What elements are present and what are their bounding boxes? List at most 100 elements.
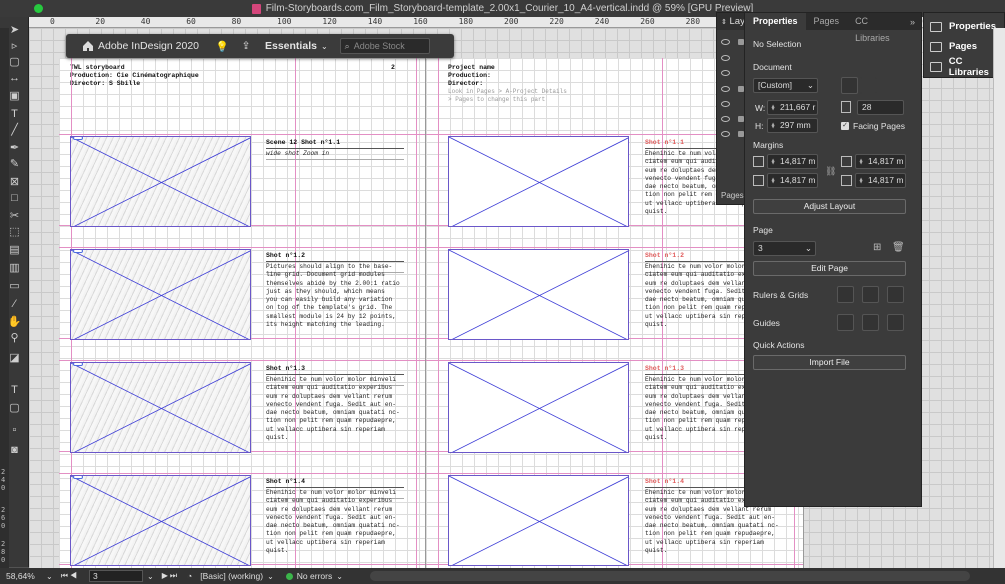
margin-bottom-field[interactable]: 14,817 m [767, 173, 818, 188]
screen-mode-icon[interactable]: ▫ [7, 423, 22, 437]
zoom-tool-icon[interactable]: ⚲ [7, 331, 22, 345]
page-select[interactable]: 3 ⌄ [753, 241, 816, 256]
formatting-affects-icon[interactable]: T [7, 383, 22, 397]
eye-icon[interactable] [721, 131, 730, 137]
shot-title[interactable]: Scene 12 Shot n°1.1 [266, 139, 340, 146]
baseline-grid-icon[interactable] [862, 286, 879, 303]
selection-tool-icon[interactable]: ➤ [7, 23, 22, 37]
document-grid-icon[interactable] [887, 286, 904, 303]
free-transform-tool-icon[interactable]: ⬚ [7, 225, 22, 239]
gradient-feather-tool-icon[interactable]: ▥ [7, 261, 22, 275]
fill-stroke-swatch-icon[interactable]: ◪ [7, 351, 22, 365]
first-prev-page-icon[interactable]: ⏮◀ [61, 571, 79, 581]
zoom-level[interactable]: 58,64% [6, 571, 46, 581]
eyedropper-tool-icon[interactable]: ⁄ [7, 297, 22, 311]
shot-title[interactable]: Shot n°1.4 [645, 478, 684, 485]
margin-inside-field[interactable]: 14,817 m [855, 154, 906, 169]
gap-tool-icon[interactable]: ↔ [7, 71, 22, 85]
content-collector-icon[interactable]: ▣ [7, 89, 22, 103]
snap-guides-icon[interactable] [887, 314, 904, 331]
empty-image-frame[interactable] [448, 249, 629, 340]
shot-description[interactable]: Ehenihic te num volor molor minveli ciat… [266, 489, 400, 555]
link-badge-icon[interactable] [73, 137, 83, 140]
apply-color-icon[interactable]: ▢ [7, 401, 22, 415]
vertical-scrollbar[interactable] [993, 28, 1005, 568]
trash-icon[interactable]: 🗑 [892, 242, 905, 253]
document-preset-select[interactable]: [Custom] ⌄ [753, 78, 818, 93]
empty-image-frame[interactable] [448, 475, 629, 566]
shot-title[interactable]: Shot n°1.2 [645, 252, 684, 259]
rectangle-frame-tool-icon[interactable]: ⊠ [7, 175, 22, 189]
empty-image-frame[interactable] [448, 136, 629, 227]
storyboard-image-frame[interactable] [70, 249, 251, 340]
shot-title[interactable]: Shot n°1.2 [266, 252, 305, 259]
line-tool-icon[interactable]: ╱ [7, 123, 22, 137]
link-badge-icon[interactable] [73, 476, 83, 479]
chevron-down-icon[interactable]: ⌄ [267, 572, 274, 581]
adobe-stock-search[interactable]: ⌕ Adobe Stock [339, 38, 430, 54]
chevron-down-icon[interactable]: ⌄ [46, 572, 53, 581]
shot-description[interactable]: Pictures should align to the base- line … [266, 263, 400, 329]
height-field[interactable]: 297 mm [767, 118, 818, 133]
chevron-down-icon[interactable]: ⌄ [336, 572, 343, 581]
eye-icon[interactable] [721, 55, 730, 61]
hand-tool-icon[interactable]: ✋ [7, 315, 22, 329]
vertical-ruler[interactable]: 240 260 280 [0, 28, 9, 568]
shot-title[interactable]: Shot n°1.1 [645, 139, 684, 146]
direct-selection-tool-icon[interactable]: ▹ [7, 39, 22, 53]
width-field[interactable]: 211,667 r [767, 100, 818, 115]
shot-description[interactable]: Ehenihic te num volor molor minveli ciat… [266, 376, 400, 442]
storyboard-image-frame[interactable] [70, 136, 251, 227]
new-page-icon[interactable]: ⊞ [873, 242, 881, 253]
dock-properties[interactable]: Properties [930, 19, 996, 34]
storyboard-image-frame[interactable] [70, 475, 251, 566]
next-last-page-icon[interactable]: ▶⏭ [162, 571, 179, 581]
margin-outside-field[interactable]: 14,817 m [855, 173, 906, 188]
tab-cc-libraries[interactable]: CC Libraries [847, 13, 910, 43]
tab-pages[interactable]: Pages [806, 13, 848, 30]
window-zoom-button[interactable] [34, 4, 43, 13]
chevron-down-icon[interactable]: ⌄ [147, 572, 154, 581]
pen-tool-icon[interactable]: ✒ [7, 141, 22, 155]
gradient-swatch-tool-icon[interactable]: ▤ [7, 243, 22, 257]
style-status[interactable]: [Basic] (working) [200, 571, 263, 581]
eye-icon[interactable] [721, 86, 730, 92]
rectangle-tool-icon[interactable]: □ [7, 191, 22, 205]
lightbulb-icon[interactable]: 💡 [213, 37, 231, 55]
pencil-tool-icon[interactable]: ✎ [7, 157, 22, 171]
page-tool-icon[interactable]: ▢ [7, 55, 22, 69]
shot-title[interactable]: Shot n°1.4 [266, 478, 305, 485]
show-guides-icon[interactable] [837, 314, 854, 331]
lock-guides-icon[interactable] [862, 314, 879, 331]
storyboard-image-frame[interactable] [70, 362, 251, 453]
share-icon[interactable]: ⇪ [237, 37, 255, 55]
pages-count-field[interactable]: 28 [857, 100, 904, 115]
eye-icon[interactable] [721, 116, 730, 122]
shot-title[interactable]: Shot n°1.3 [645, 365, 684, 372]
portrait-orientation-icon[interactable] [841, 77, 858, 94]
eye-icon[interactable] [721, 39, 730, 45]
margin-top-field[interactable]: 14,817 m [767, 154, 818, 169]
page-number-field[interactable]: 3 [89, 570, 144, 582]
import-file-button[interactable]: Import File [753, 355, 906, 370]
facing-pages-checkbox[interactable]: ✓ [841, 122, 849, 130]
note-tool-icon[interactable]: ▭ [7, 279, 22, 293]
open-page-icon[interactable]: ◔ [187, 571, 192, 581]
panel-collapse-icon[interactable]: » [910, 17, 915, 27]
tab-properties[interactable]: Properties [745, 13, 806, 30]
scissors-tool-icon[interactable]: ✂ [7, 209, 22, 223]
shot-title[interactable]: Shot n°1.3 [266, 365, 305, 372]
link-badge-icon[interactable] [73, 363, 83, 366]
link-badge-icon[interactable] [73, 250, 83, 253]
eye-icon[interactable] [721, 101, 730, 107]
eye-icon[interactable] [721, 70, 730, 76]
chevron-down-icon[interactable]: ⌄ [321, 42, 328, 51]
rulers-icon[interactable] [837, 286, 854, 303]
shot-description[interactable]: wide shot Zoom in [266, 150, 329, 158]
dock-pages[interactable]: Pages [930, 39, 977, 54]
left-page[interactable]: TWL storyboard Production: Cie Cinématog… [59, 58, 426, 568]
workspace-switcher[interactable]: Essentials [265, 40, 317, 52]
edit-page-button[interactable]: Edit Page [753, 261, 906, 276]
type-tool-icon[interactable]: T [7, 107, 22, 121]
link-icon[interactable]: ⛓ [825, 166, 836, 177]
